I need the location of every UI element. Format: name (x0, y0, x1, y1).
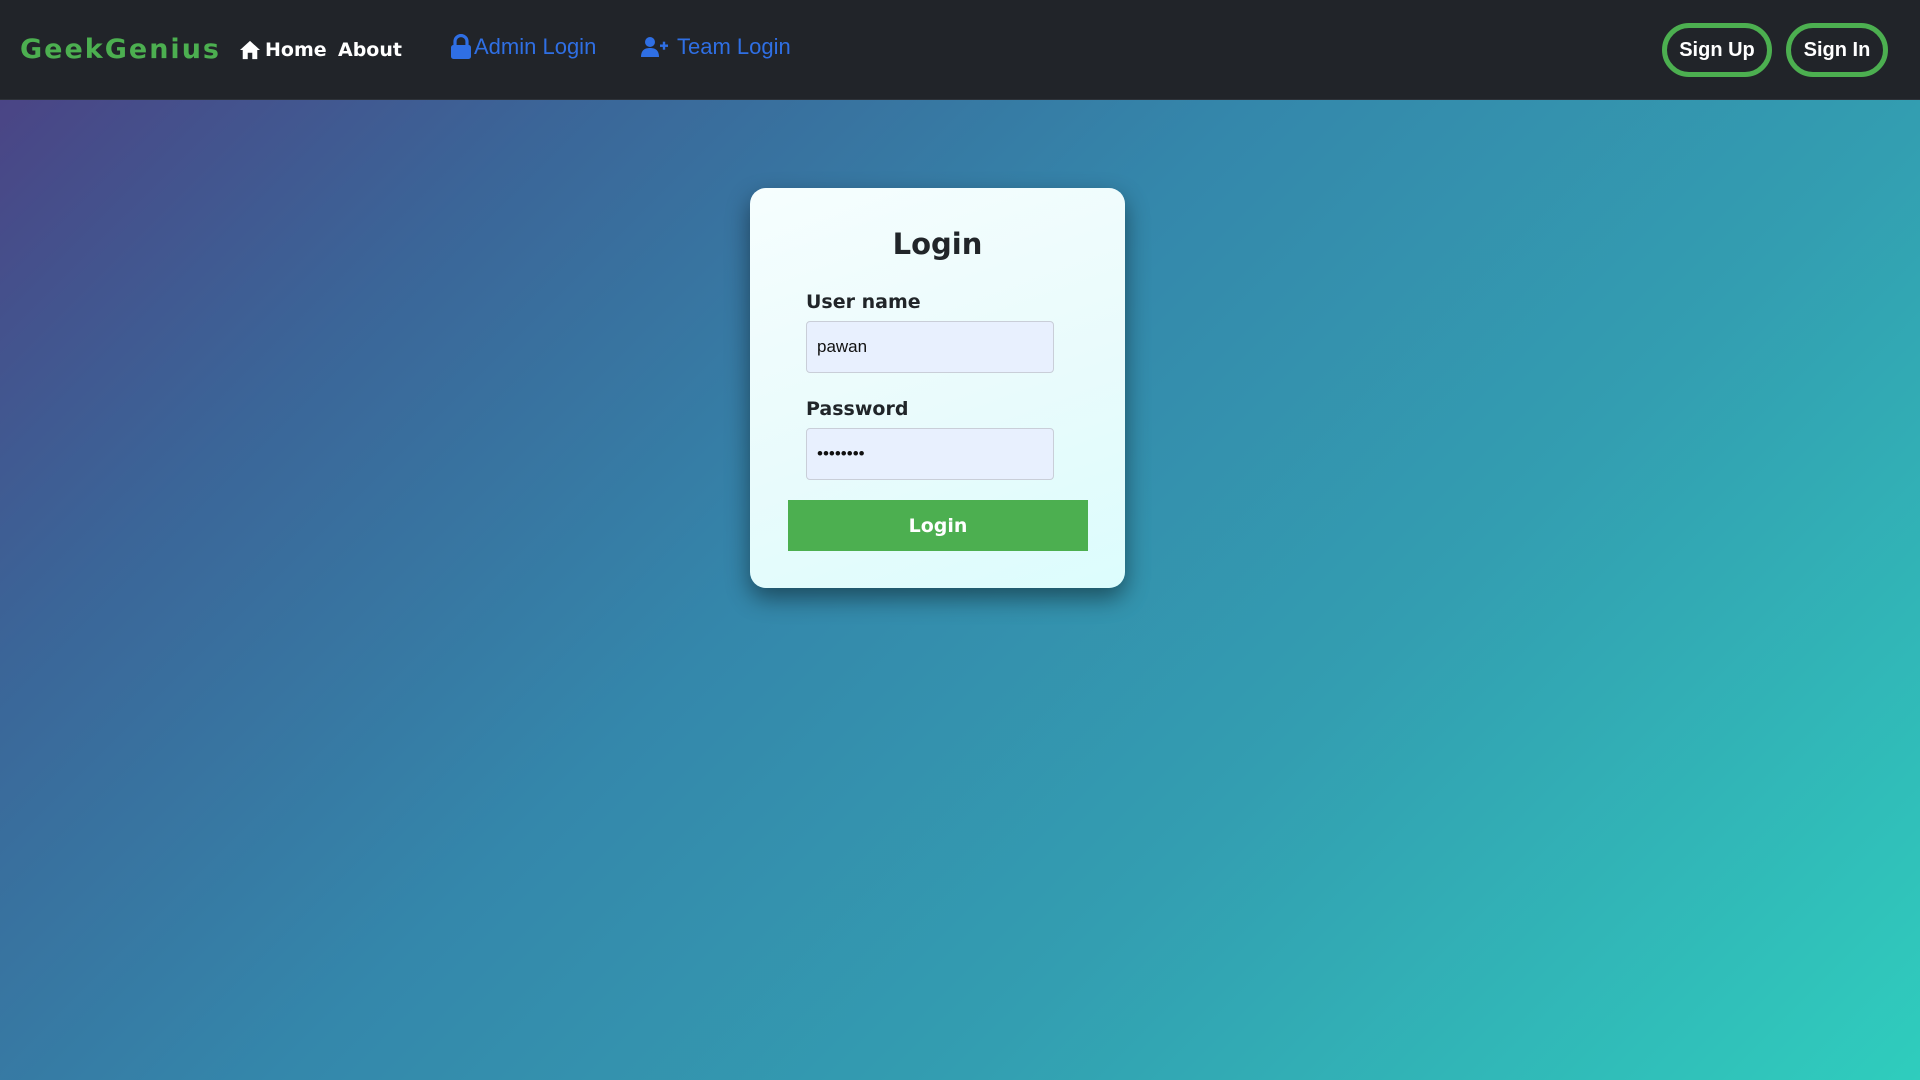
brand-logo[interactable]: GeekGenius (20, 33, 221, 67)
login-card: Login User name Password Login (750, 188, 1125, 588)
lock-icon (451, 34, 471, 59)
sign-in-button[interactable]: Sign In (1786, 23, 1888, 77)
nav-about-link[interactable]: About (338, 38, 402, 62)
home-icon (240, 40, 260, 60)
nav-about-label: About (338, 39, 402, 61)
username-input[interactable] (806, 321, 1054, 373)
password-input[interactable] (806, 428, 1054, 480)
user-plus-icon (641, 37, 668, 57)
username-label: User name (806, 291, 921, 313)
password-label: Password (806, 398, 909, 420)
nav-admin-login-link[interactable]: Admin Login (450, 34, 596, 60)
navbar: GeekGenius Home About Admin Login Team L… (0, 0, 1920, 100)
nav-home-link[interactable]: Home (239, 38, 327, 62)
login-title: Login (892, 227, 983, 261)
nav-admin-login-label: Admin Login (474, 34, 597, 59)
nav-team-login-link[interactable]: Team Login (641, 34, 791, 60)
login-submit-button[interactable]: Login (788, 500, 1088, 551)
nav-team-login-label: Team Login (677, 34, 791, 59)
sign-up-button[interactable]: Sign Up (1662, 23, 1772, 77)
nav-home-label: Home (265, 39, 327, 61)
